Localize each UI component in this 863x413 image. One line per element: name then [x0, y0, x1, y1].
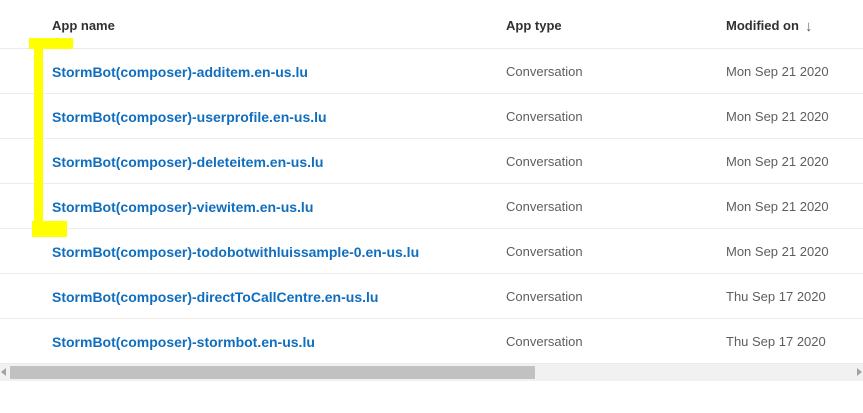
table-header: App name App type Modified on ↓: [0, 0, 863, 49]
apps-table: App name App type Modified on ↓ StormBot(…: [0, 0, 863, 364]
app-name-link[interactable]: StormBot(composer)-todobotwithluissample…: [52, 229, 419, 273]
app-name-link[interactable]: StormBot(composer)-viewitem.en-us.lu: [52, 184, 313, 228]
column-header-modified-on[interactable]: Modified on ↓: [726, 0, 812, 48]
column-header-app-type[interactable]: App type: [506, 0, 562, 48]
modified-on-cell: Mon Sep 21 2020: [726, 64, 829, 79]
arrow-down-icon: ↓: [804, 18, 813, 35]
modified-on-cell: Thu Sep 17 2020: [726, 334, 826, 349]
scroll-left-arrow-icon[interactable]: [1, 368, 6, 376]
app-type-cell: Conversation: [506, 199, 583, 214]
app-type-cell: Conversation: [506, 334, 583, 349]
app-type-cell: Conversation: [506, 64, 583, 79]
table-row[interactable]: StormBot(composer)-deleteitem.en-us.lu C…: [0, 139, 863, 184]
column-header-app-type-label: App type: [506, 18, 562, 33]
modified-on-cell: Mon Sep 21 2020: [726, 109, 829, 124]
app-name-link[interactable]: StormBot(composer)-directToCallCentre.en…: [52, 274, 378, 318]
modified-on-cell: Thu Sep 17 2020: [726, 289, 826, 304]
app-name-link[interactable]: StormBot(composer)-deleteitem.en-us.lu: [52, 139, 323, 183]
table-row[interactable]: StormBot(composer)-userprofile.en-us.lu …: [0, 94, 863, 139]
app-type-cell: Conversation: [506, 154, 583, 169]
app-type-cell: Conversation: [506, 289, 583, 304]
app-name-link[interactable]: StormBot(composer)-stormbot.en-us.lu: [52, 319, 315, 363]
app-type-cell: Conversation: [506, 244, 583, 259]
column-header-app-name-label: App name: [52, 18, 115, 33]
table-row[interactable]: StormBot(composer)-additem.en-us.lu Conv…: [0, 49, 863, 94]
horizontal-scrollbar[interactable]: [0, 364, 863, 381]
app-name-link[interactable]: StormBot(composer)-additem.en-us.lu: [52, 49, 308, 93]
table-row[interactable]: StormBot(composer)-stormbot.en-us.lu Con…: [0, 319, 863, 364]
table-row[interactable]: StormBot(composer)-todobotwithluissample…: [0, 229, 863, 274]
column-header-app-name[interactable]: App name: [52, 0, 115, 48]
modified-on-cell: Mon Sep 21 2020: [726, 244, 829, 259]
modified-on-cell: Mon Sep 21 2020: [726, 154, 829, 169]
modified-on-cell: Mon Sep 21 2020: [726, 199, 829, 214]
table-row[interactable]: StormBot(composer)-directToCallCentre.en…: [0, 274, 863, 319]
app-name-link[interactable]: StormBot(composer)-userprofile.en-us.lu: [52, 94, 327, 138]
table-row[interactable]: StormBot(composer)-viewitem.en-us.lu Con…: [0, 184, 863, 229]
app-type-cell: Conversation: [506, 109, 583, 124]
column-header-modified-on-label: Modified on: [726, 18, 799, 33]
scrollbar-thumb[interactable]: [10, 366, 535, 379]
scroll-right-arrow-icon[interactable]: [857, 368, 862, 376]
